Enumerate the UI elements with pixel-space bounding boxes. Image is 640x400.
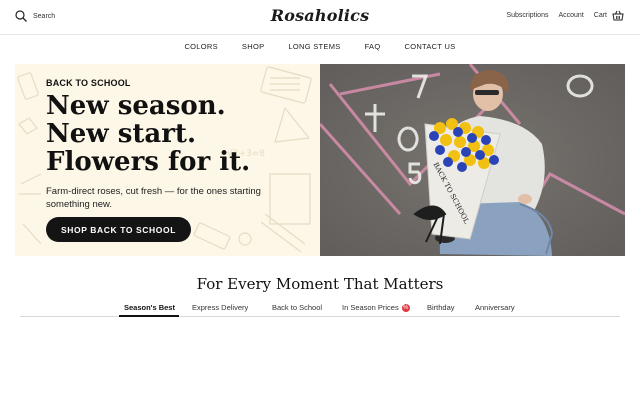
tab-seasons-best[interactable]: Season's Best [124,303,175,312]
main-nav: COLORS SHOP LONG STEMS FAQ CONTACT US [0,42,640,56]
account-link[interactable]: Account [558,12,583,19]
nav-long-stems[interactable]: LONG STEMS [288,42,340,56]
headline-line-1: New season. [46,91,226,121]
girl-with-bouquet-photo: BACK TO SCHOOL [320,64,625,256]
tab-back-to-school[interactable]: Back to School [272,303,322,312]
subscriptions-link[interactable]: Subscriptions [506,12,548,19]
hero-headline: New season. New start. Flowers for it. [46,92,316,176]
cart-basket-icon [612,10,624,21]
site-header: Search Rosaholics Subscriptions Account … [0,0,640,34]
headline-line-3: Flowers for it. [46,147,251,177]
nav-shop[interactable]: SHOP [242,42,264,56]
cart-link[interactable]: Cart [594,10,624,21]
hero-eyebrow: BACK TO SCHOOL [46,78,131,88]
hero-subtext: Farm-direct roses, cut fresh — for the o… [46,186,261,210]
tab-in-season-prices[interactable]: In Season Prices% [342,303,410,313]
occasion-tabs: Season's Best Express Delivery Back to S… [20,301,620,317]
nav-contact-us[interactable]: CONTACT US [404,42,455,56]
active-tab-indicator [119,315,179,317]
hero-banner-text-panel: √2+3=8 BACK TO SCHOOL New season. New st… [15,64,320,256]
sale-badge-icon: % [401,304,410,313]
shop-back-to-school-button[interactable]: SHOP BACK TO SCHOOL [46,217,191,242]
nav-colors[interactable]: COLORS [184,42,217,56]
header-divider [0,34,640,35]
tab-in-season-prices-label: In Season Prices [342,303,399,312]
tab-birthday[interactable]: Birthday [427,303,455,312]
headline-line-2: New start. [46,119,196,149]
tab-anniversary[interactable]: Anniversary [475,303,515,312]
nav-faq[interactable]: FAQ [365,42,381,56]
tab-express-delivery[interactable]: Express Delivery [192,303,248,312]
cart-label: Cart [593,12,607,19]
section-title: For Every Moment That Matters [196,275,444,293]
hero-photo: BACK TO SCHOOL [320,64,625,256]
